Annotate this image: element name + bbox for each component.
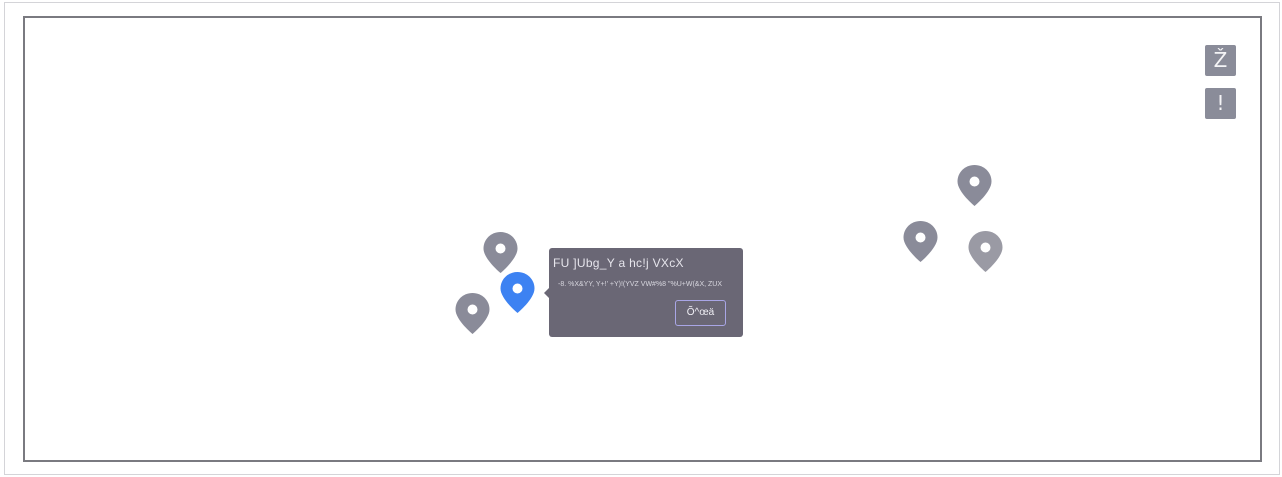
map-marker[interactable] [454, 292, 491, 335]
popup-action-button[interactable]: Õ^œä [675, 300, 726, 326]
map-pin-icon [968, 231, 1003, 272]
map-control-bottom[interactable]: ! [1205, 88, 1236, 119]
map-pin-icon [903, 221, 938, 262]
map-pin-icon [455, 293, 490, 334]
map-pin-icon [500, 272, 535, 313]
popup-arrow [544, 288, 549, 298]
popup-description: -8. %X&YY, Y+!' +Y)!(YVZ VW#%8 "%U+W(&X,… [558, 281, 723, 288]
map-control-top[interactable]: Ž [1205, 45, 1236, 76]
map-marker[interactable] [482, 231, 519, 274]
popup-title: FU ]Ubg_Y a hc!j VXcX [553, 256, 684, 270]
map-marker[interactable] [956, 164, 993, 207]
map-marker[interactable] [902, 220, 939, 263]
map-pin-icon [483, 232, 518, 273]
map-canvas[interactable]: Ž ! FU]Ubg_Y a hc!j VXcX -8. %X&YY, Y+!… [23, 16, 1262, 462]
marker-popup: FU ]Ubg_Y a hc!j VXcX -8. %X&YY, Y+!' +Y… [544, 248, 743, 337]
map-marker[interactable] [967, 230, 1004, 273]
map-pin-icon [957, 165, 992, 206]
map-marker-selected[interactable] [499, 271, 536, 314]
